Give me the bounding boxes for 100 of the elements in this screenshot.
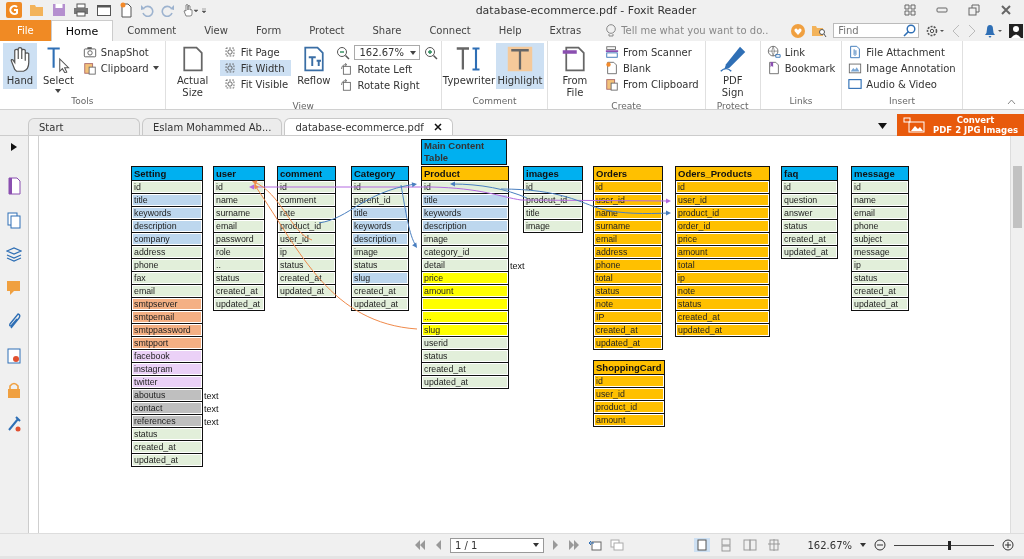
next-page-icon[interactable]	[552, 540, 560, 550]
ribbon-button[interactable]: From Scanner	[601, 44, 702, 60]
cover-pages-icon[interactable]	[765, 538, 782, 552]
last-page-icon[interactable]	[568, 540, 580, 550]
page-field[interactable]: 1 / 1	[450, 537, 544, 553]
ribbon-button[interactable]: Clipboard	[79, 60, 162, 76]
ribbon-button[interactable]: Reflow	[294, 43, 334, 89]
ribbon-button[interactable]: Highlight	[495, 43, 544, 89]
ribbon-button[interactable]: Fit Visible	[219, 76, 292, 92]
previous-page-icon[interactable]	[434, 540, 442, 550]
paperclip-icon[interactable]	[6, 313, 22, 331]
tell-me-field[interactable]: Tell me what you want to do..	[621, 25, 792, 36]
grid-icon[interactable]	[904, 4, 916, 16]
zoom-in-icon[interactable]	[423, 45, 438, 60]
ribbon-button[interactable]: Select	[40, 43, 77, 95]
redo-icon[interactable]	[161, 3, 175, 17]
ribbon-tab[interactable]: Help	[484, 20, 536, 41]
restore-icon[interactable]	[968, 4, 980, 16]
document-tab[interactable]: database-ecommerce.pdf	[284, 118, 453, 135]
ribbon-button[interactable]: SnapShot	[79, 44, 162, 60]
paperclip-icon	[848, 45, 863, 59]
type-note: text	[204, 390, 219, 402]
ribbon-button[interactable]: Rotate Left	[336, 61, 438, 77]
ribbon-tab[interactable]: View	[190, 20, 242, 41]
ribbon-tab[interactable]: Home	[50, 20, 114, 41]
expand-icon[interactable]	[11, 143, 17, 151]
convert-button[interactable]: Convert PDF 2 JPG Images	[897, 114, 1024, 136]
ribbon-button[interactable]: From Clipboard	[601, 76, 702, 92]
ribbon-button[interactable]: Fit Width	[219, 60, 292, 76]
close-icon[interactable]	[433, 123, 442, 131]
slider-thumb[interactable]	[948, 540, 951, 550]
ribbon-button[interactable]: Typewriter	[444, 43, 493, 89]
ribbon-button[interactable]: Audio & Video	[845, 76, 959, 92]
single-page-icon[interactable]	[693, 538, 710, 552]
window-title: database-ecommerce.pdf - Foxit Reader	[474, 3, 698, 17]
ribbon-button[interactable]: Rotate Right	[336, 77, 438, 93]
printer-icon[interactable]	[73, 3, 89, 17]
ribbon-button[interactable]: Hand	[3, 43, 37, 89]
tools-icon[interactable]	[6, 415, 22, 433]
zoom-in-icon[interactable]	[1002, 539, 1014, 551]
new-document-icon[interactable]	[119, 2, 133, 18]
group-label: View	[291, 101, 315, 113]
zoom-value[interactable]: 162.67%	[807, 539, 852, 551]
ribbon-tab[interactable]: Extras	[535, 20, 596, 41]
table-field: company	[132, 233, 202, 245]
save-icon[interactable]	[52, 3, 66, 17]
app-logo-icon[interactable]	[6, 2, 22, 18]
folder-icon[interactable]	[29, 3, 45, 17]
find-field[interactable]: Find	[833, 23, 920, 38]
table-field: name	[852, 194, 908, 206]
bell-icon[interactable]	[983, 23, 1004, 38]
ribbon-tab[interactable]: Comment	[113, 20, 191, 41]
folder-search-icon[interactable]	[811, 23, 828, 38]
table-field: ip	[676, 272, 769, 284]
zoom-out-icon[interactable]	[874, 539, 886, 551]
hand-dropdown-icon[interactable]	[182, 3, 208, 17]
ribbon-button[interactable]: Fit Page	[219, 44, 292, 60]
minimize-icon[interactable]	[936, 4, 948, 16]
undo-icon[interactable]	[140, 3, 154, 17]
rotate-icon	[339, 62, 354, 76]
next-view-icon[interactable]	[610, 539, 624, 551]
ribbon-button[interactable]: Actual Size	[168, 43, 217, 101]
ribbon-button[interactable]: PDF Sign	[708, 43, 757, 101]
previous-view-icon[interactable]	[588, 539, 602, 551]
comment-icon[interactable]	[6, 279, 22, 297]
document-tab[interactable]: Start	[28, 118, 140, 135]
ribbon-tab[interactable]: Form	[241, 20, 296, 41]
collapse-icon[interactable]	[1007, 99, 1016, 105]
avatar-icon[interactable]	[1009, 23, 1024, 38]
table-field: email	[852, 207, 908, 219]
page-icon[interactable]	[6, 177, 22, 195]
forward-icon[interactable]	[967, 23, 978, 38]
zoom-out-icon[interactable]	[336, 45, 351, 60]
ribbon-button[interactable]: File Attachment	[845, 44, 959, 60]
table-field: created_at	[214, 285, 264, 297]
facing-pages-icon[interactable]	[741, 538, 758, 552]
ribbon-button[interactable]: Blank	[601, 60, 702, 76]
ribbon-button[interactable]: Image Annotation	[845, 60, 959, 76]
layers-icon[interactable]	[6, 245, 22, 263]
window-icon[interactable]	[96, 3, 112, 17]
first-page-icon[interactable]	[414, 540, 426, 550]
certificate-icon[interactable]	[6, 347, 22, 365]
zoom-combo[interactable]: 162.67%	[354, 45, 420, 60]
search-icon[interactable]	[903, 24, 917, 37]
settings-icon[interactable]	[925, 23, 946, 38]
ribbon-button[interactable]: From File	[550, 43, 599, 101]
ribbon-tab[interactable]: Connect	[415, 20, 485, 41]
lock-icon[interactable]	[6, 381, 22, 399]
scrollbar[interactable]	[1010, 136, 1024, 533]
screen-icon	[848, 77, 863, 91]
caret-icon[interactable]	[878, 123, 888, 129]
caret-icon[interactable]	[860, 543, 866, 547]
table-field: ..	[214, 259, 264, 271]
ribbon-button[interactable]: Bookmark	[763, 60, 839, 76]
ribbon-tab[interactable]: Protect	[295, 20, 359, 41]
pages-icon[interactable]	[6, 211, 22, 229]
back-icon[interactable]	[951, 23, 962, 38]
ribbon-tab[interactable]: Share	[358, 20, 416, 41]
document-tab[interactable]: Eslam Mohammed Ab...	[142, 118, 283, 135]
ribbon-button[interactable]: Link	[763, 44, 839, 60]
